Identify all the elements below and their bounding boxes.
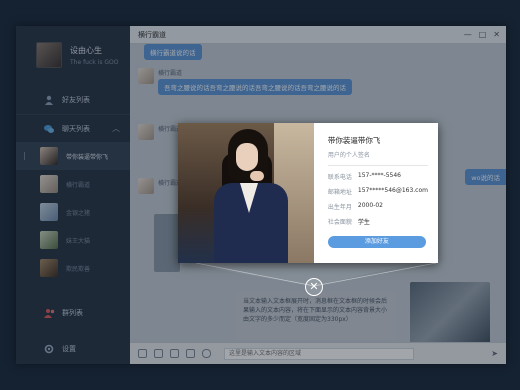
- info-row: 邮箱地址 157*****546@163.com: [328, 187, 428, 196]
- info-value: 2000-02: [357, 202, 383, 209]
- emoji-icon[interactable]: [138, 349, 147, 358]
- folder-icon[interactable]: [186, 349, 195, 358]
- avatar: [40, 231, 58, 249]
- text-note: 当文本输入文本框展开时，消息框在文本框的时候会后果输入的文本内容，将在下面显示的…: [236, 292, 396, 340]
- chat-message: 横行霸道 吾弯之腰说的话吾弯之腰说的话吾弯之腰说的话吾弯之腰说的话: [138, 68, 352, 95]
- avatar: [40, 147, 58, 165]
- user-card: 带你装逼带你飞 用户的个人签名 联系电话 157-****-5546 邮箱地址 15…: [178, 123, 438, 263]
- card-username: 带你装逼带你飞: [327, 136, 381, 145]
- profile[interactable]: 设由心生 The fuck is GOO: [16, 26, 130, 84]
- chat-message: 横行霸道说的话: [144, 44, 202, 60]
- message-bubble: wo说的话: [465, 169, 506, 185]
- chevron-up-icon[interactable]: ︿: [112, 123, 120, 134]
- sidebar: 设由心生 The fuck is GOO 好友列表 聊天列表 ︿ 带你装逼带你飞…: [16, 26, 130, 364]
- image-message[interactable]: [154, 214, 180, 272]
- avatar: [40, 259, 58, 277]
- info-value: 157-****-5546: [357, 172, 401, 179]
- message-input[interactable]: [224, 347, 414, 360]
- profile-name: 设由心生: [70, 45, 102, 55]
- chat-bubble-icon: [44, 124, 54, 134]
- info-row: 联系电话 157-****-5546: [328, 172, 428, 181]
- info-key: 社会面貌: [327, 219, 352, 226]
- send-icon[interactable]: ➤: [491, 349, 498, 358]
- avatar: [138, 178, 154, 194]
- list-item[interactable]: 横行霸道: [16, 170, 130, 198]
- close-icon[interactable]: ✕: [305, 278, 323, 296]
- add-friend-button[interactable]: 添加好友: [327, 236, 426, 248]
- list-item[interactable]: 带你装逼带你飞: [16, 142, 130, 170]
- info-row: 出生年月 2000-02: [328, 202, 428, 211]
- info-key: 出生年月: [327, 204, 352, 211]
- sender-name: 横行霸道: [158, 70, 183, 77]
- nav-groups[interactable]: 群列表: [16, 299, 130, 327]
- info-row: 社会面貌 学生: [328, 217, 428, 226]
- window-titlebar: 横行霸道 — □ ✕: [130, 26, 506, 44]
- list-item-label: 金银之猪: [66, 209, 91, 217]
- list-item-label: 欺民欺善: [66, 265, 91, 273]
- nav-settings[interactable]: 设置: [16, 335, 130, 363]
- message-bubble: 横行霸道说的话: [144, 44, 202, 60]
- image-message[interactable]: [410, 282, 490, 342]
- list-item[interactable]: 妹王大猫: [16, 226, 130, 254]
- nav-chats-label: 聊天列表: [62, 124, 90, 133]
- group-icon: [44, 308, 55, 318]
- avatar: [40, 203, 58, 221]
- chat-message: 横行霸道: [138, 124, 182, 140]
- nav-groups-label: 群列表: [62, 309, 83, 317]
- avatar: [138, 124, 154, 140]
- info-value: 学生: [357, 219, 370, 226]
- list-item-label: 横行霸道: [66, 181, 91, 189]
- image-icon[interactable]: [154, 349, 163, 358]
- list-item-label: 妹王大猫: [66, 237, 91, 245]
- window-title: 横行霸道: [138, 30, 166, 39]
- microphone-icon[interactable]: [202, 349, 211, 358]
- info-value: 157*****546@163.com: [357, 187, 428, 194]
- gear-icon: [44, 344, 54, 354]
- close-button[interactable]: ✕: [493, 30, 500, 39]
- user-info: 带你装逼带你飞 用户的个人签名 联系电话 157-****-5546 邮箱地址 15…: [313, 123, 438, 263]
- card-signature: 用户的个人签名: [327, 150, 428, 166]
- nav-settings-label: 设置: [62, 345, 76, 353]
- profile-signature: The fuck is GOO: [70, 58, 119, 66]
- crop-icon[interactable]: [170, 349, 179, 358]
- user-photo: [178, 123, 314, 263]
- chat-message: 横行霸道: [138, 178, 182, 194]
- avatar: [40, 175, 58, 193]
- input-bar: ➤: [130, 342, 506, 364]
- maximize-button[interactable]: □: [479, 30, 487, 39]
- chat-list: 带你装逼带你飞 横行霸道 金银之猪 妹王大猫 欺民欺善: [16, 142, 130, 282]
- info-key: 邮箱地址: [327, 189, 352, 196]
- list-item-label: 带你装逼带你飞: [66, 153, 109, 161]
- friends-icon: [44, 95, 54, 105]
- nav-friends-label: 好友列表: [62, 96, 90, 104]
- avatar: [138, 68, 154, 84]
- list-item[interactable]: 金银之猪: [16, 198, 130, 226]
- nav-friends[interactable]: 好友列表: [16, 86, 130, 114]
- minimize-button[interactable]: —: [464, 30, 472, 39]
- info-key: 联系电话: [327, 174, 352, 181]
- message-bubble: 吾弯之腰说的话吾弯之腰说的话吾弯之腰说的话吾弯之腰说的话: [158, 79, 352, 95]
- nav-chats[interactable]: 聊天列表 ︿: [16, 114, 130, 142]
- list-item[interactable]: 欺民欺善: [16, 254, 130, 282]
- avatar[interactable]: [36, 42, 62, 68]
